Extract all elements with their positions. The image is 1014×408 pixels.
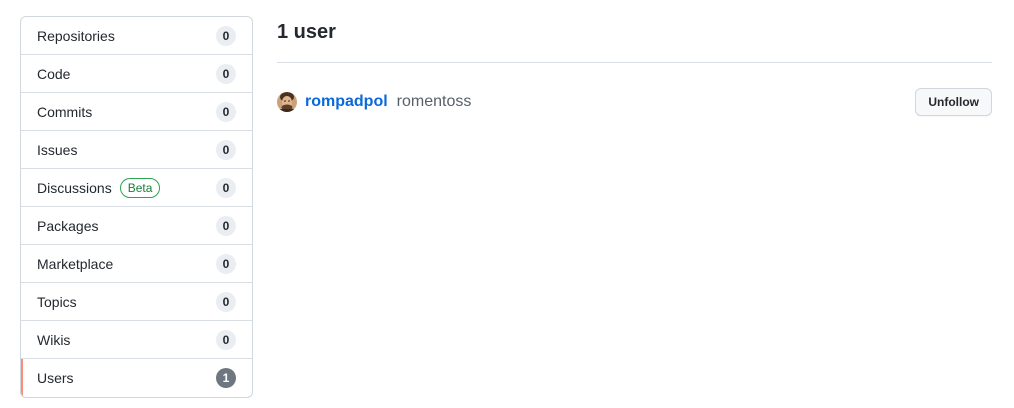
menu-item-label: Code: [37, 65, 71, 82]
menu-item-label: Issues: [37, 141, 78, 158]
menu-item-issues[interactable]: Issues 0: [21, 131, 252, 169]
search-type-menu: Repositories 0 Code 0 Commits 0 Issues 0…: [20, 16, 253, 398]
menu-item-wikis[interactable]: Wikis 0: [21, 321, 252, 359]
menu-item-users[interactable]: Users 1: [21, 359, 252, 397]
menu-item-label: Marketplace: [37, 255, 114, 272]
beta-badge: Beta: [119, 177, 161, 198]
menu-item-label: Commits: [37, 103, 93, 120]
result-counter: 0: [216, 101, 236, 122]
user-login-link[interactable]: rompadpol: [305, 93, 388, 111]
user-display-name: romentoss: [396, 93, 472, 110]
results-heading: 1 user: [277, 21, 336, 43]
avatar-image: [277, 92, 297, 112]
result-counter: 0: [216, 177, 236, 198]
menu-item-discussions[interactable]: Discussions Beta 0: [21, 169, 252, 207]
divider: [277, 62, 992, 63]
search-results: 1 user rompadpol romentoss Unfollow: [277, 16, 992, 116]
avatar[interactable]: [277, 92, 297, 112]
result-counter: 0: [216, 25, 236, 46]
menu-item-label: Repositories: [37, 27, 115, 44]
menu-item-label: Topics: [37, 293, 77, 310]
menu-item-repositories[interactable]: Repositories 0: [21, 17, 252, 55]
menu-item-label: Wikis: [37, 331, 71, 348]
result-counter: 0: [216, 215, 236, 236]
user-result: rompadpol romentoss Unfollow: [277, 86, 992, 118]
result-counter: 0: [216, 253, 236, 274]
menu-item-marketplace[interactable]: Marketplace 0: [21, 245, 252, 283]
menu-item-label: Packages: [37, 217, 99, 234]
result-counter: 0: [216, 291, 236, 312]
result-counter: 0: [216, 63, 236, 84]
menu-item-label: Discussions: [37, 179, 112, 196]
unfollow-button[interactable]: Unfollow: [915, 88, 992, 116]
menu-item-label: Users: [37, 370, 74, 386]
result-counter: 0: [216, 139, 236, 160]
menu-item-topics[interactable]: Topics 0: [21, 283, 252, 321]
result-counter: 0: [216, 329, 236, 350]
search-results-page: Repositories 0 Code 0 Commits 0 Issues 0…: [0, 0, 1014, 408]
menu-item-code[interactable]: Code 0: [21, 55, 252, 93]
menu-item-packages[interactable]: Packages 0: [21, 207, 252, 245]
result-counter: 1: [216, 368, 236, 388]
menu-item-commits[interactable]: Commits 0: [21, 93, 252, 131]
